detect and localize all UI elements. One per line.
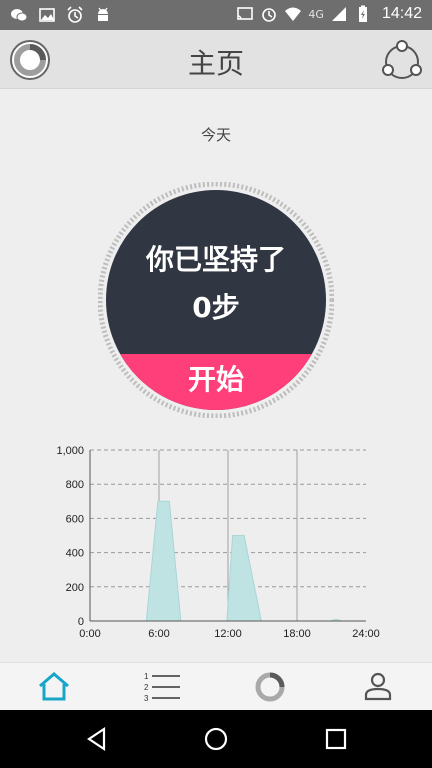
- app-header: 主页: [0, 30, 432, 89]
- nav-home[interactable]: [36, 669, 72, 705]
- nav-stats[interactable]: [252, 669, 288, 705]
- image-icon: [39, 8, 55, 22]
- battery-icon: [358, 5, 367, 22]
- wifi-icon: [285, 7, 302, 21]
- start-button[interactable]: 开始: [98, 358, 334, 398]
- x-tick-label: 6:00: [148, 628, 169, 640]
- step-dial: 你已坚持了 0步 开始: [98, 182, 334, 418]
- y-tick-label: 600: [66, 513, 84, 525]
- svg-text:2: 2: [144, 683, 149, 692]
- network-type: 4G: [308, 7, 324, 21]
- signal-icon: [331, 7, 346, 21]
- recents-button[interactable]: [321, 724, 351, 754]
- wechat-icon: [11, 9, 28, 22]
- persist-label: 你已坚持了: [145, 243, 286, 276]
- home-system-button[interactable]: [201, 724, 231, 754]
- y-tick-label: 800: [66, 479, 84, 491]
- step-count: 0步: [192, 291, 240, 324]
- share-button[interactable]: [380, 38, 424, 82]
- nav-profile[interactable]: [360, 669, 396, 705]
- svg-text:1: 1: [144, 672, 149, 681]
- back-button[interactable]: [82, 724, 112, 754]
- alarm-icon: [262, 8, 277, 22]
- recents-icon: [325, 728, 347, 750]
- android-icon: [98, 7, 108, 21]
- cast-icon: [237, 7, 254, 20]
- system-nav-bar: [0, 710, 432, 768]
- x-tick-label: 24:00: [352, 628, 380, 640]
- share-icon: [382, 40, 422, 79]
- date-label: 今天: [200, 126, 231, 144]
- person-icon: [364, 672, 392, 701]
- y-tick-label: 400: [66, 548, 84, 560]
- y-tick-label: 1,000: [56, 445, 84, 457]
- list-icon: 1 2 3: [144, 672, 180, 703]
- steps-chart: 0 200 400 600 800 1,000 0:00 6:00 12:00 18:00 24:0…: [56, 445, 380, 640]
- bottom-nav: 1 2 3: [0, 662, 432, 711]
- svg-text:3: 3: [144, 694, 149, 703]
- home-circle-icon: [204, 727, 228, 751]
- nav-list[interactable]: 1 2 3: [144, 669, 184, 705]
- home-icon: [39, 672, 69, 701]
- page-title: 主页: [187, 47, 244, 80]
- x-tick-label: 18:00: [283, 628, 311, 640]
- x-tick-label: 12:00: [214, 628, 242, 640]
- x-tick-label: 0:00: [79, 628, 100, 640]
- ring-icon: [255, 672, 285, 702]
- clock: 14:42: [381, 5, 422, 22]
- y-tick-label: 200: [66, 582, 84, 594]
- y-tick-label: 0: [78, 616, 84, 628]
- alarm-icon: [67, 6, 83, 23]
- status-bar: 4G 14:42: [0, 0, 432, 30]
- back-icon: [87, 726, 106, 752]
